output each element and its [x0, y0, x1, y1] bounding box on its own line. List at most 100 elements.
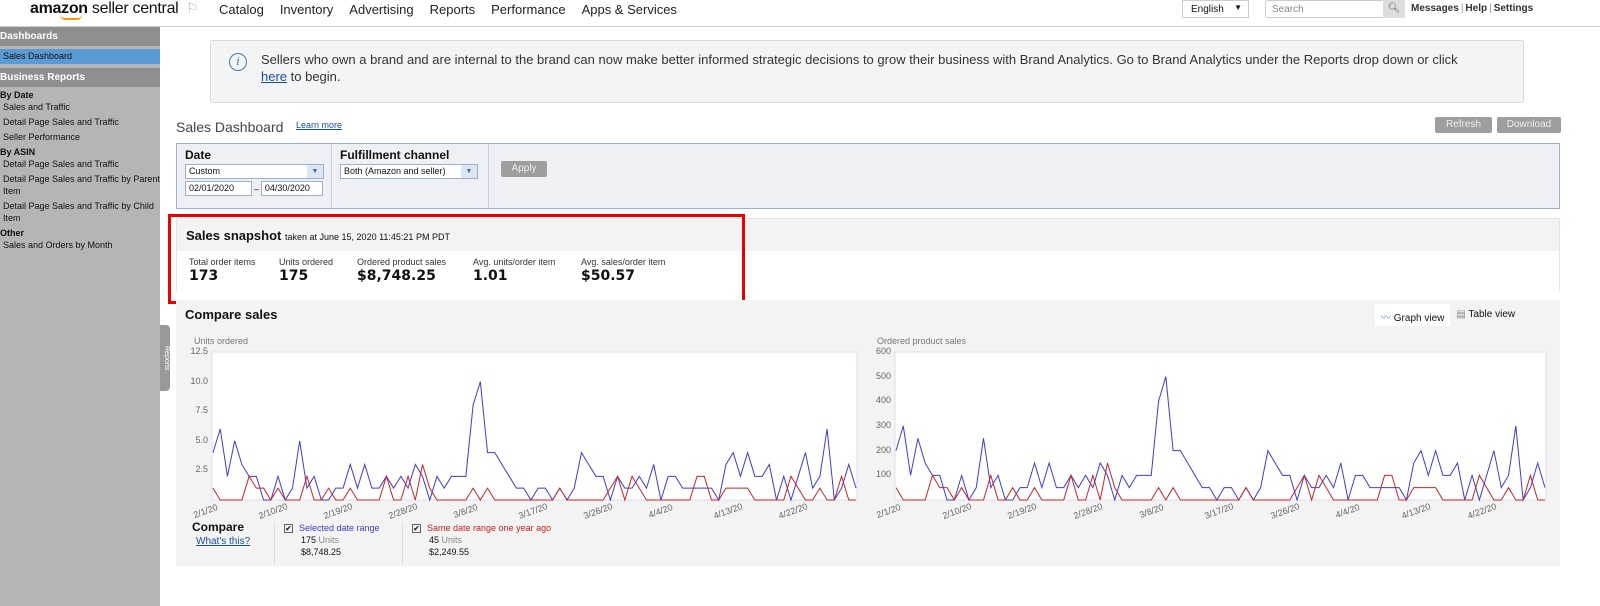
- y-tick-label: 300: [875, 420, 891, 430]
- y-tick-label: 5.0: [195, 434, 208, 445]
- x-tick-label: 3/8/20: [452, 502, 480, 520]
- language-select[interactable]: English ▼: [1182, 0, 1249, 18]
- line-chart-icon: 〰: [1381, 313, 1391, 324]
- chevron-down-icon: ▼: [461, 165, 477, 178]
- sidebar-section-business-reports: Business Reports: [0, 68, 160, 87]
- page-title: Sales Dashboard: [176, 119, 284, 135]
- fulfillment-value: Both (Amazon and seller): [344, 166, 446, 176]
- notice-tail: to begin.: [287, 69, 341, 84]
- flag-icon[interactable]: ⚐: [186, 0, 199, 17]
- legend-prior-year: ✔ Same date range one year ago 45 Units $…: [402, 522, 551, 564]
- compare-sales-panel: Compare sales 〰 Graph view ▤ Table view …: [176, 300, 1560, 566]
- y-tick-label: 200: [875, 444, 891, 455]
- graph-view-button[interactable]: 〰 Graph view: [1375, 304, 1451, 326]
- sidebar-group-other: Other: [0, 228, 25, 238]
- date-range-value: Custom: [189, 166, 221, 176]
- line-chart-plot: [211, 351, 858, 502]
- sidebar-item-detail-page-sales-traffic[interactable]: Detail Page Sales and Traffic: [0, 116, 160, 128]
- sidebar-item-asin-parent[interactable]: Detail Page Sales and Traffic by Parent …: [0, 173, 160, 197]
- sidebar-item-sales-traffic[interactable]: Sales and Traffic: [0, 101, 160, 113]
- end-date-input[interactable]: 04/30/2020: [260, 181, 323, 196]
- x-tick-label: 3/8/20: [1137, 502, 1165, 520]
- notice-text: Sellers who own a brand and are internal…: [261, 52, 1458, 67]
- x-tick-label: 2/28/20: [387, 501, 419, 521]
- line-chart-plot: [894, 351, 1547, 502]
- sidebar-item-sales-dashboard[interactable]: Sales Dashboard: [0, 49, 160, 64]
- search-button[interactable]: 🔍︎: [1383, 0, 1405, 18]
- y-tick-label: 500: [875, 370, 891, 381]
- here-link[interactable]: here: [261, 69, 287, 84]
- sidebar: Dashboards Sales Dashboard Business Repo…: [0, 27, 160, 606]
- settings-link[interactable]: Settings: [1494, 3, 1533, 14]
- table-icon: ▤: [1456, 309, 1466, 320]
- y-tick-label: 100: [875, 469, 891, 480]
- fulfillment-select[interactable]: Both (Amazon and seller) ▼: [340, 164, 478, 179]
- nav-catalog[interactable]: Catalog: [219, 2, 264, 17]
- info-icon: i: [229, 53, 247, 71]
- brand-analytics-notice: i Sellers who own a brand and are intern…: [210, 40, 1524, 103]
- chart-title-units: Units ordered: [194, 336, 249, 346]
- y-tick-label: 2.5: [195, 464, 208, 475]
- x-tick-label: 2/10/20: [257, 501, 289, 521]
- highlight-box: [168, 214, 745, 304]
- sidebar-item-seller-performance[interactable]: Seller Performance: [0, 131, 160, 143]
- help-link[interactable]: Help: [1465, 3, 1487, 14]
- messages-link[interactable]: Messages: [1411, 3, 1459, 14]
- x-tick-label: 4/4/20: [1334, 502, 1362, 520]
- whats-this-link[interactable]: What's this?: [196, 536, 250, 547]
- x-tick-label: 4/22/20: [1465, 501, 1498, 521]
- main-nav: Catalog Inventory Advertising Reports Pe…: [219, 2, 677, 17]
- compare-sales-title: Compare sales: [185, 307, 278, 322]
- nav-apps-services[interactable]: Apps & Services: [582, 2, 677, 17]
- table-view-button[interactable]: ▤ Table view: [1450, 304, 1521, 326]
- x-tick-label: 2/19/20: [1006, 501, 1039, 521]
- nav-performance[interactable]: Performance: [491, 2, 565, 17]
- x-tick-label: 4/13/20: [1400, 501, 1432, 521]
- nav-inventory[interactable]: Inventory: [280, 2, 333, 17]
- selected-range-checkbox[interactable]: ✔: [284, 524, 293, 533]
- x-tick-label: 4/22/20: [777, 501, 810, 521]
- legend-selected-range: ✔ Selected date range 175 Units $8,748.25: [274, 522, 380, 564]
- fulfillment-filter: Fulfillment channel Both (Amazon and sel…: [332, 144, 489, 208]
- sidebar-group-by-date: By Date: [0, 90, 34, 100]
- filter-panel: Date Custom ▼ 02/01/2020 – 04/30/2020 Ful…: [176, 143, 1560, 209]
- date-separator: –: [253, 183, 259, 194]
- x-tick-label: 3/17/20: [1203, 501, 1235, 521]
- date-range-select[interactable]: Custom ▼: [185, 164, 324, 179]
- download-button[interactable]: Download: [1497, 117, 1561, 133]
- x-tick-label: 4/13/20: [712, 501, 745, 521]
- sidebar-group-by-asin: By ASIN: [0, 147, 36, 157]
- y-tick-label: 400: [875, 395, 891, 406]
- nav-advertising[interactable]: Advertising: [349, 2, 413, 17]
- sidebar-item-sales-orders-month[interactable]: Sales and Orders by Month: [0, 239, 160, 251]
- prior-year-checkbox[interactable]: ✔: [412, 524, 421, 533]
- date-filter: Date Custom ▼ 02/01/2020 – 04/30/2020: [177, 144, 332, 208]
- x-tick-label: 4/4/20: [647, 502, 675, 520]
- y-tick-label: 7.5: [195, 405, 208, 416]
- start-date-input[interactable]: 02/01/2020: [185, 181, 252, 196]
- caret-down-icon: ▼: [1234, 3, 1242, 12]
- x-tick-label: 3/26/20: [1268, 501, 1301, 521]
- learn-more-link[interactable]: Learn more: [296, 120, 342, 130]
- refresh-button[interactable]: Refresh: [1435, 117, 1492, 133]
- sidebar-section-dashboards: Dashboards: [0, 27, 160, 46]
- apply-button[interactable]: Apply: [501, 161, 547, 177]
- chart-title-sales: Ordered product sales: [877, 336, 967, 346]
- header-links: Messages | Help | Settings: [1411, 3, 1534, 14]
- search-icon: 🔍︎: [1387, 3, 1401, 14]
- handle-label: Reports: [163, 345, 170, 371]
- nav-reports[interactable]: Reports: [430, 2, 476, 17]
- chevron-down-icon: ▼: [307, 165, 323, 178]
- sidebar-item-asin-child[interactable]: Detail Page Sales and Traffic by Child I…: [0, 200, 160, 224]
- y-tick-label: 12.5: [190, 346, 208, 356]
- y-tick-label: 10.0: [190, 375, 208, 386]
- sidebar-collapse-handle[interactable]: Reports: [160, 325, 170, 391]
- plot-area: [894, 351, 1547, 501]
- sidebar-item-asin-detail-page[interactable]: Detail Page Sales and Traffic: [0, 158, 160, 170]
- x-tick-label: 3/17/20: [517, 501, 549, 521]
- amazon-seller-central-logo[interactable]: amazon seller central: [30, 0, 179, 20]
- plot-area: [211, 351, 858, 501]
- fulfillment-label: Fulfillment channel: [340, 148, 450, 162]
- x-tick-label: 2/28/20: [1072, 501, 1104, 521]
- view-toggle: 〰 Graph view ▤ Table view: [1375, 304, 1521, 326]
